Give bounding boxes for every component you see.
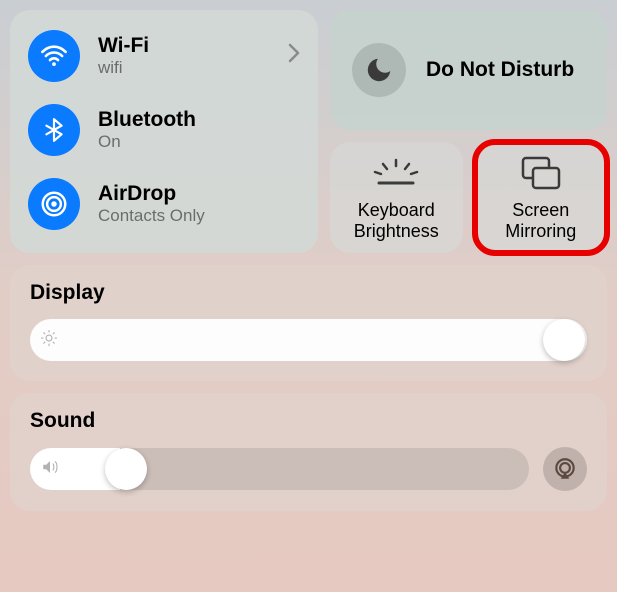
- do-not-disturb-button[interactable]: Do Not Disturb: [330, 10, 607, 130]
- display-slider-knob[interactable]: [543, 319, 585, 361]
- moon-icon: [352, 43, 406, 97]
- display-title: Display: [30, 281, 587, 305]
- screen-mirroring-label: Screen Mirroring: [481, 200, 602, 241]
- sound-title: Sound: [30, 409, 587, 433]
- dnd-label: Do Not Disturb: [426, 57, 574, 82]
- sound-panel: Sound: [10, 393, 607, 511]
- bluetooth-item[interactable]: Bluetooth On: [28, 98, 300, 162]
- chevron-right-icon: [288, 42, 300, 70]
- bluetooth-title: Bluetooth: [98, 108, 300, 132]
- sound-slider-knob[interactable]: [105, 448, 147, 490]
- wifi-text: Wi-Fi wifi: [98, 34, 270, 78]
- airdrop-item[interactable]: AirDrop Contacts Only: [28, 172, 300, 236]
- keyboard-brightness-icon: [371, 154, 421, 192]
- sound-slider[interactable]: [30, 448, 529, 490]
- airdrop-title: AirDrop: [98, 182, 300, 206]
- wifi-title: Wi-Fi: [98, 34, 270, 58]
- screen-mirroring-icon: [520, 154, 562, 192]
- airdrop-subtitle: Contacts Only: [98, 206, 300, 226]
- display-slider[interactable]: [30, 319, 587, 361]
- bluetooth-icon: [28, 104, 80, 156]
- keyboard-brightness-label: Keyboard Brightness: [336, 200, 457, 241]
- sun-icon: [40, 329, 58, 352]
- wifi-item[interactable]: Wi-Fi wifi: [28, 24, 300, 88]
- airplay-audio-button[interactable]: [543, 447, 587, 491]
- airdrop-icon: [28, 178, 80, 230]
- display-panel: Display: [10, 265, 607, 381]
- keyboard-brightness-button[interactable]: Keyboard Brightness: [330, 142, 463, 253]
- bluetooth-text: Bluetooth On: [98, 108, 300, 152]
- connectivity-panel: Wi-Fi wifi Bluetooth On: [10, 10, 318, 253]
- wifi-icon: [28, 30, 80, 82]
- bluetooth-subtitle: On: [98, 132, 300, 152]
- airplay-icon: [552, 456, 578, 482]
- wifi-subtitle: wifi: [98, 58, 270, 78]
- airdrop-text: AirDrop Contacts Only: [98, 182, 300, 226]
- screen-mirroring-button[interactable]: Screen Mirroring: [475, 142, 608, 253]
- speaker-icon: [40, 458, 60, 481]
